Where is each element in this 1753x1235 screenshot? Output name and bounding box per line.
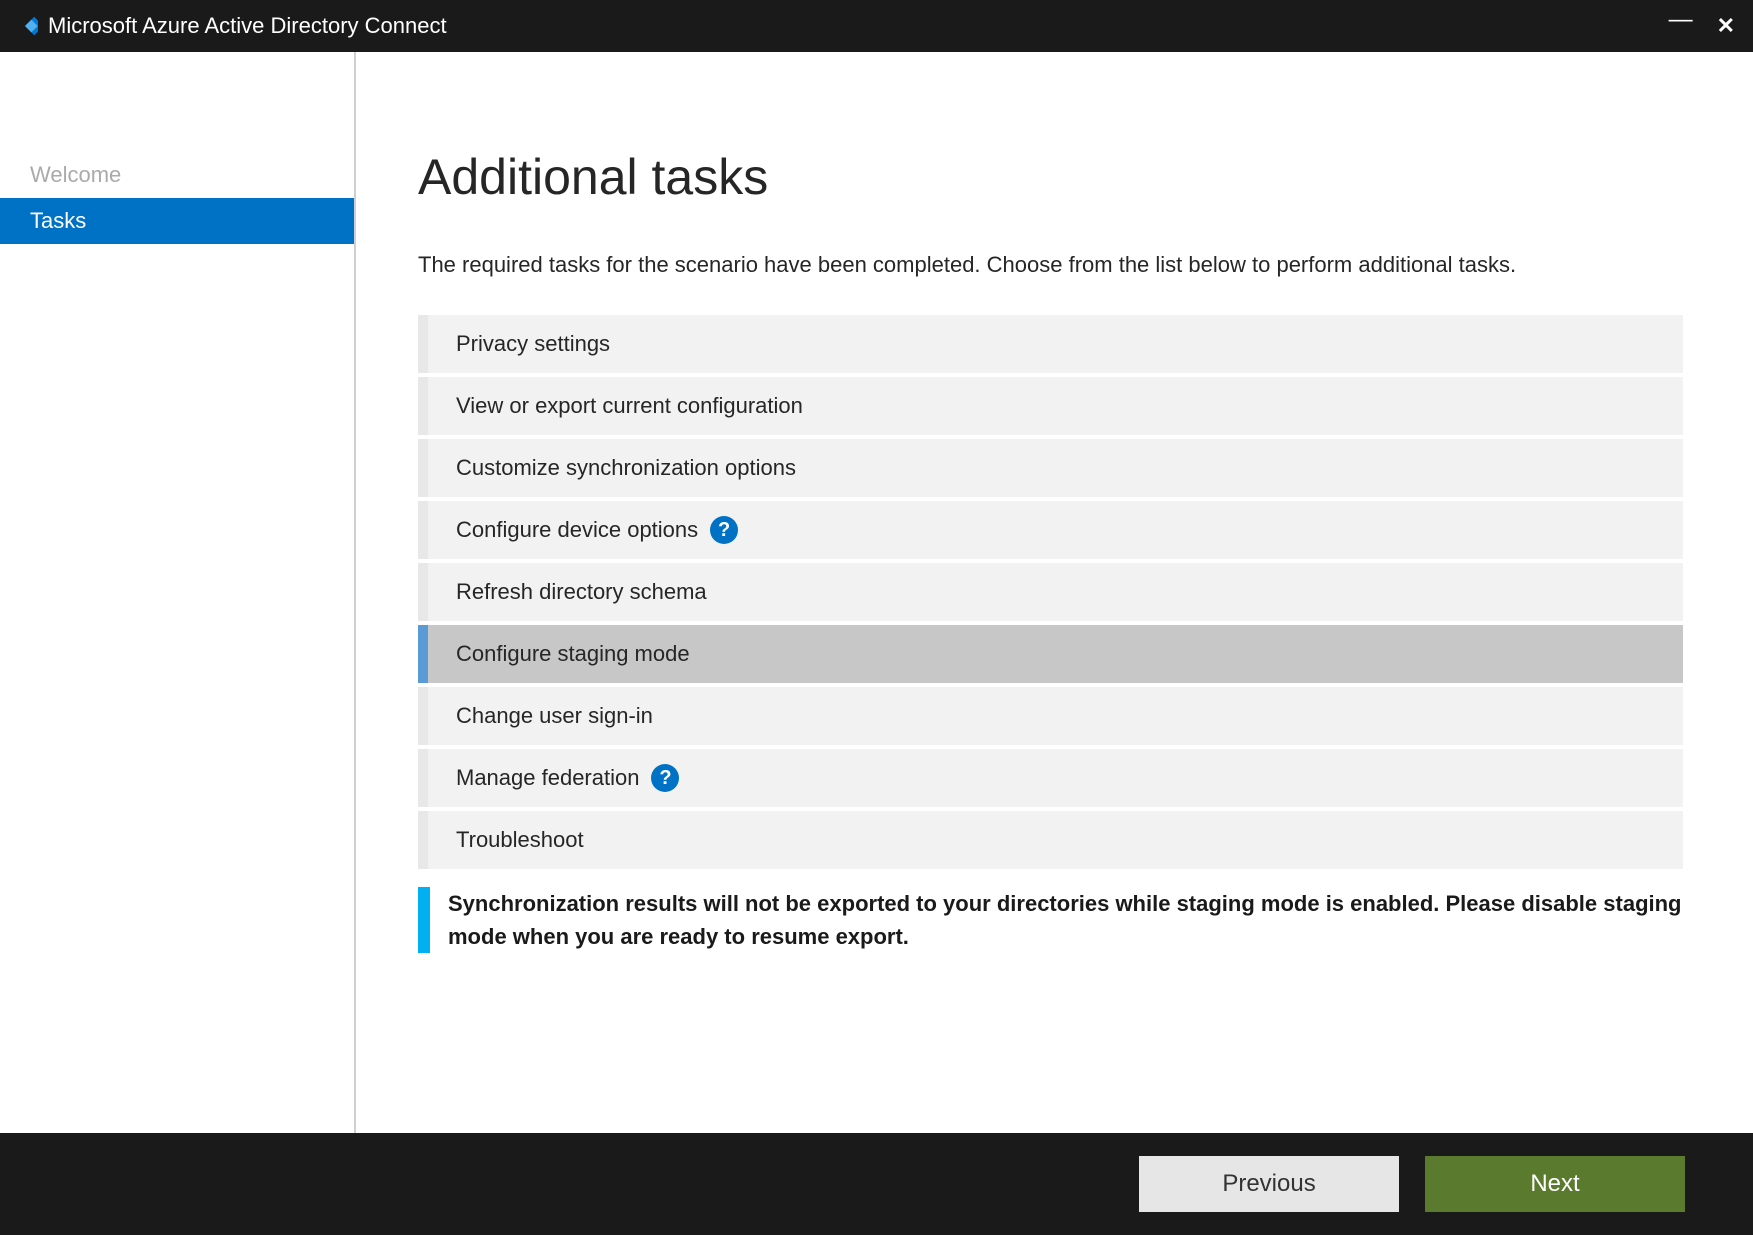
task-item-label: Privacy settings <box>428 331 610 357</box>
task-item-label: View or export current configuration <box>428 393 803 419</box>
page-description: The required tasks for the scenario have… <box>418 248 1683 281</box>
help-icon[interactable]: ? <box>651 764 679 792</box>
task-item-indicator <box>418 439 428 497</box>
task-item-label: Configure device options <box>428 517 698 543</box>
task-item-indicator <box>418 687 428 745</box>
minimize-button[interactable]: — <box>1669 8 1693 44</box>
task-configure-device-options[interactable]: Configure device options ? <box>418 501 1683 559</box>
task-configure-staging-mode[interactable]: Configure staging mode <box>418 625 1683 683</box>
task-item-label: Configure staging mode <box>428 641 690 667</box>
task-change-user-signin[interactable]: Change user sign-in <box>418 687 1683 745</box>
sidebar-item-label: Welcome <box>30 162 121 187</box>
app-icon <box>12 13 38 39</box>
task-item-label: Customize synchronization options <box>428 455 796 481</box>
task-list: Privacy settings View or export current … <box>418 315 1683 869</box>
sidebar: Welcome Tasks <box>0 52 356 1133</box>
help-icon[interactable]: ? <box>710 516 738 544</box>
next-button[interactable]: Next <box>1425 1156 1685 1212</box>
previous-button[interactable]: Previous <box>1139 1156 1399 1212</box>
task-customize-sync[interactable]: Customize synchronization options <box>418 439 1683 497</box>
task-item-indicator <box>418 315 428 373</box>
page-title: Additional tasks <box>418 148 1683 206</box>
task-privacy-settings[interactable]: Privacy settings <box>418 315 1683 373</box>
close-button[interactable]: ✕ <box>1717 13 1741 39</box>
task-refresh-schema[interactable]: Refresh directory schema <box>418 563 1683 621</box>
task-item-label: Troubleshoot <box>428 827 584 853</box>
task-item-label: Change user sign-in <box>428 703 653 729</box>
sidebar-item-label: Tasks <box>30 208 86 233</box>
task-item-indicator <box>418 377 428 435</box>
task-item-indicator <box>418 563 428 621</box>
task-view-export-config[interactable]: View or export current configuration <box>418 377 1683 435</box>
task-item-label: Manage federation <box>428 765 639 791</box>
titlebar: Microsoft Azure Active Directory Connect… <box>0 0 1753 52</box>
sidebar-item-tasks[interactable]: Tasks <box>0 198 354 244</box>
titlebar-title: Microsoft Azure Active Directory Connect <box>48 13 1669 39</box>
task-item-indicator <box>418 625 428 683</box>
info-banner-text: Synchronization results will not be expo… <box>430 887 1683 953</box>
info-banner-indicator <box>418 887 430 953</box>
task-manage-federation[interactable]: Manage federation ? <box>418 749 1683 807</box>
task-item-indicator <box>418 501 428 559</box>
main-content: Additional tasks The required tasks for … <box>356 52 1753 1133</box>
info-banner: Synchronization results will not be expo… <box>418 887 1683 953</box>
task-item-label: Refresh directory schema <box>428 579 707 605</box>
footer: Previous Next <box>0 1133 1753 1235</box>
body-area: Welcome Tasks Additional tasks The requi… <box>0 52 1753 1133</box>
sidebar-item-welcome[interactable]: Welcome <box>0 152 354 198</box>
titlebar-controls: — ✕ <box>1669 8 1741 44</box>
task-item-indicator <box>418 749 428 807</box>
task-troubleshoot[interactable]: Troubleshoot <box>418 811 1683 869</box>
task-item-indicator <box>418 811 428 869</box>
